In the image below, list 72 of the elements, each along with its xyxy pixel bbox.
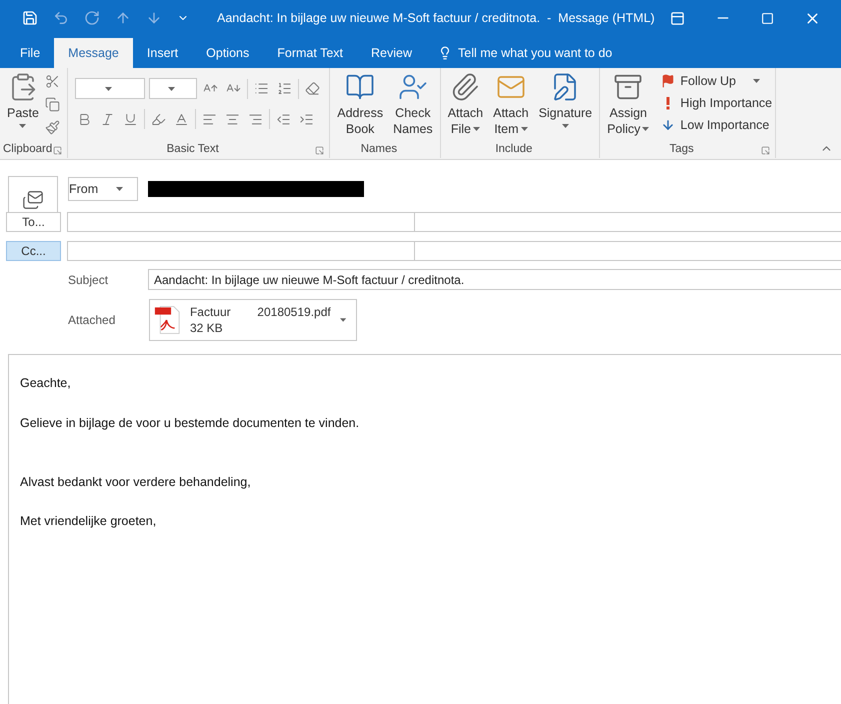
caret-icon [19,124,26,128]
undo-icon[interactable] [53,10,69,26]
caret-icon [753,79,760,83]
caret-icon [340,318,346,322]
caret-icon [562,124,569,128]
address-book-icon [345,72,376,102]
body-paragraph: Geachte, [20,375,72,392]
file-size: 32 KB [190,320,224,336]
font-name-field[interactable] [75,78,146,99]
file-name: Factuur 20180519.pdf [190,304,331,320]
ribbon-tab[interactable]: Options [192,38,264,68]
recipient-button[interactable]: Cc... [6,241,61,261]
message-body[interactable]: Geachte, Gelieve in bijlage de voor u bestemde documenten te vinden. Alvast bedankt voor verdere behandeling, Met vriendelijke groeten, [8,354,841,704]
recipient-field[interactable] [414,241,841,261]
launcher-icon[interactable] [761,146,770,155]
paperclip-icon [450,72,480,102]
body-paragraph: Met vriendelijke groeten, [20,513,158,530]
ribbon-button[interactable]: Paste [3,68,43,142]
group-label: Names [360,144,398,156]
flag-icon [661,74,676,88]
arrow-up-icon[interactable] [115,10,131,26]
tag-button[interactable]: High Importance [661,92,772,114]
attached-label: Attached [68,312,116,329]
ribbon-tab[interactable]: Review [357,38,426,68]
body-paragraph: Gelieve in bijlage de voor u bestemde documenten te vinden. [20,414,360,432]
subject-label: Subject [68,272,110,288]
recipient-field[interactable] [414,212,841,232]
group-label: Basic Text [166,144,219,156]
people-check-icon [398,72,428,102]
window-title: Aandacht: In bijlage uw nieuwe M-Soft factuur / creditnota. - Message (HTML) [217,10,655,27]
group-label: Tags [669,144,694,156]
caret-icon [116,187,124,191]
arrow-down-icon [661,118,676,132]
caret-icon [104,86,112,90]
send-button[interactable] [8,176,58,212]
ribbon-button[interactable]: Signature [534,68,596,142]
ribbon-button[interactable]: Attach File [444,68,488,142]
ribbon-button[interactable]: Address Book [333,68,388,142]
arrow-down-icon[interactable] [146,10,162,26]
ribbon-button[interactable]: Attach Item [489,68,533,142]
ribbon-tab[interactable]: Message [54,38,133,68]
redo-icon[interactable] [84,10,100,26]
pdf-file-icon [154,303,181,337]
caret-icon [168,86,175,90]
body-paragraph: Alvast bedankt voor verdere behandeling, [20,474,252,491]
group-label: Include [495,144,532,156]
group-label: Clipboard [3,144,52,156]
ribbon-tab[interactable]: Format Text [263,38,358,68]
ribbon-tab[interactable]: File [6,38,54,68]
recipient-field[interactable] [67,212,415,232]
font-size-field[interactable] [149,78,198,99]
tag-button[interactable]: Follow Up [661,70,772,92]
ribbon-button[interactable]: Check Names [389,68,437,142]
tag-button[interactable]: Low Importance [661,114,772,136]
tell-me-field[interactable]: Tell me what you want to do [438,38,612,68]
maximize-icon[interactable] [761,12,774,24]
ribbon-display-icon[interactable] [670,10,685,26]
subject-field[interactable]: Aandacht: In bijlage uw nieuwe M-Soft factuur / creditnota. [148,269,841,290]
caret-icon [520,127,528,131]
launcher-icon[interactable] [315,146,324,155]
attachment-card[interactable]: Factuur 20180519.pdf 32 KB [149,299,357,341]
launcher-icon[interactable] [53,146,62,155]
recipient-field[interactable] [67,241,415,261]
recipient-button[interactable]: To... [6,212,61,232]
save-icon[interactable] [22,10,38,26]
caret-icon [472,127,480,131]
envelope-icon [22,189,44,211]
from-button[interactable]: From [68,177,138,201]
ribbon-tab[interactable]: Insert [132,38,192,68]
caret-icon [642,127,650,131]
cabinet-icon [613,72,644,102]
ribbon-button[interactable]: Assign Policy [603,68,654,142]
